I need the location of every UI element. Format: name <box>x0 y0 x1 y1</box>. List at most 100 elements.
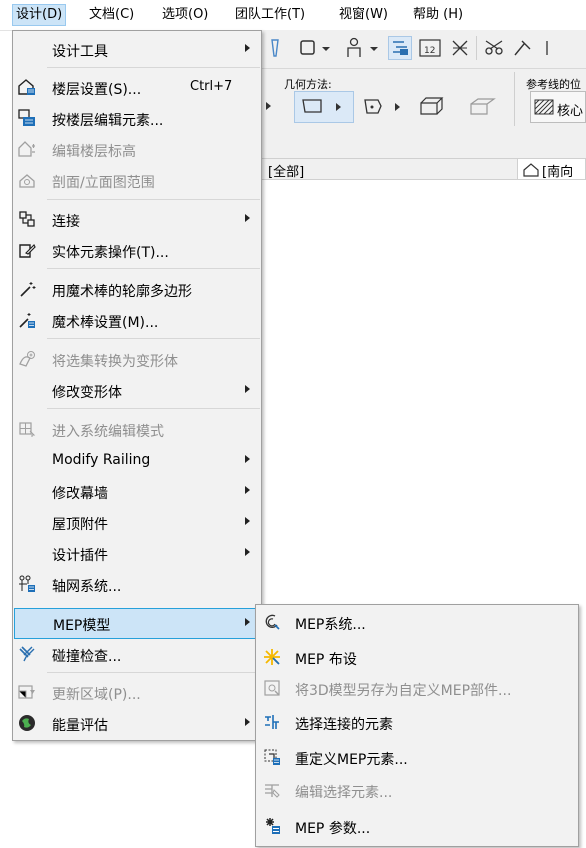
menu-item-modify-morph[interactable]: 修改变形体 <box>14 375 260 406</box>
dimension-icon[interactable]: 12 <box>418 38 442 58</box>
menu-item-label: 编辑楼层标高 <box>52 144 136 160</box>
menu-item-label: 剖面/立面图范围 <box>52 175 155 191</box>
pen-icon[interactable] <box>266 38 286 58</box>
mep-preferences-icon <box>266 818 280 834</box>
menu-item-edit-selection[interactable]: 编辑选择元素... <box>257 775 577 806</box>
chevron-right-icon <box>245 385 250 393</box>
menu-design[interactable]: 设计(D) <box>12 4 67 26</box>
menu-item-save-custom-mep-part[interactable]: 将3D模型另存为自定义MEP部件... <box>257 673 577 704</box>
menu-item-section-range[interactable]: 剖面/立面图范围 <box>14 165 260 196</box>
view-tab-all-label: [全部] <box>268 165 305 180</box>
chevron-right-icon <box>245 517 250 525</box>
grid-system-icon <box>19 575 35 592</box>
menu-item-label: 进入系统编辑模式 <box>52 424 164 440</box>
magic-tool-icon[interactable] <box>512 38 534 58</box>
menu-item-label: 碰撞检查... <box>52 649 122 665</box>
convert-to-morph-icon <box>19 351 35 367</box>
menu-item-label: MEP模型 <box>53 618 111 634</box>
menu-item-magic-wand-settings[interactable]: 魔术棒设置(M)... <box>14 305 260 336</box>
chevron-right-icon <box>245 214 250 222</box>
menu-item-collision-detection[interactable]: 碰撞检查... <box>14 639 260 670</box>
menu-item-roof-accessories[interactable]: 屋顶附件 <box>14 507 260 538</box>
info-box-toolbar: 12 几何方法: 参考线的位 核心 <box>262 30 586 158</box>
menu-item-label: MEP 参数... <box>295 821 371 837</box>
chevron-right-icon[interactable] <box>264 96 274 116</box>
mep-systems-icon <box>265 614 280 630</box>
menu-item-redefine-mep[interactable]: 重定义MEP元素... <box>257 742 577 773</box>
edit-selection-icon <box>265 784 280 798</box>
hatch-icon <box>534 99 554 115</box>
menu-item-label: 屋顶附件 <box>52 517 108 533</box>
menu-item-energy-evaluation[interactable]: 能量评估 <box>14 708 260 739</box>
trapezoid-wall-icon[interactable] <box>362 96 408 118</box>
menu-item-mep-modeler[interactable]: MEP模型 <box>14 608 260 639</box>
menu-item-update-zones[interactable]: 更新区域(P)... <box>14 677 260 708</box>
menu-teamwork[interactable]: 团队工作(T) <box>235 5 305 25</box>
menu-item-connect[interactable]: 连接 <box>14 204 260 235</box>
mep-routing-icon <box>264 649 280 665</box>
core-label: 核心 <box>557 104 584 119</box>
chevron-right-icon <box>245 486 250 494</box>
menu-item-select-connected[interactable]: 选择连接的元素 <box>257 707 577 738</box>
menu-item-solid-element-ops[interactable]: 实体元素操作(T)... <box>14 235 260 266</box>
magic-wand-icon <box>20 282 36 297</box>
intersect-icon[interactable] <box>450 38 470 58</box>
menu-item-label: 更新区域(P)... <box>52 687 141 703</box>
view-tab-south[interactable]: [南向 <box>517 158 586 180</box>
menu-item-floor-settings[interactable]: 楼层设置(S)... Ctrl+7 <box>14 72 260 103</box>
update-zones-icon <box>18 685 35 699</box>
menu-item-label: 将选集转换为变形体 <box>52 354 178 370</box>
scissors-icon[interactable] <box>484 38 506 58</box>
layer-stack-icon <box>393 41 408 55</box>
rectangle-select-icon[interactable] <box>298 38 334 58</box>
menu-item-label: 设计插件 <box>52 548 108 564</box>
section-range-icon <box>19 174 35 188</box>
menu-item-modify-curtain-wall[interactable]: 修改幕墙 <box>14 476 260 507</box>
magic-wand-settings-icon <box>19 313 35 328</box>
energy-evaluation-icon <box>19 715 35 731</box>
view-tab-south-label: [南向 <box>542 165 574 180</box>
menu-item-label: 用魔术棒的轮廓多边形 <box>52 284 192 300</box>
person-icon[interactable] <box>344 37 380 59</box>
redefine-mep-icon <box>264 749 280 765</box>
menu-item-label: MEP 布设 <box>295 652 357 668</box>
solid-element-ops-icon <box>19 243 36 258</box>
menu-item-label: 设计工具 <box>52 44 108 60</box>
menu-item-grid-system[interactable]: 轴网系统... <box>14 569 260 600</box>
slanted-wall-icon[interactable] <box>468 96 498 118</box>
menu-options[interactable]: 选项(O) <box>162 5 208 25</box>
collision-check-icon <box>19 646 35 662</box>
menu-item-convert-to-morph[interactable]: 将选集转换为变形体 <box>14 344 260 375</box>
chevron-right-icon <box>245 548 250 556</box>
menu-item-mep-preferences[interactable]: MEP 参数... <box>257 811 577 842</box>
menu-item-label: Modify Railing <box>52 452 151 468</box>
menu-item-label: 修改幕墙 <box>52 486 108 502</box>
chevron-right-icon <box>245 44 250 52</box>
menu-item-edit-floor-level[interactable]: 编辑楼层标高 <box>14 134 260 165</box>
mep-submenu: MEP系统... MEP 布设 将3D模型另存为自定义MEP部件... 选择连接… <box>255 604 579 847</box>
edit-by-floor-icon <box>18 109 35 126</box>
menu-item-system-edit-mode[interactable]: 进入系统编辑模式 <box>14 414 260 445</box>
more-tools-icon[interactable] <box>542 38 562 58</box>
menu-item-label: 将3D模型另存为自定义MEP部件... <box>295 683 512 699</box>
menu-document[interactable]: 文档(C) <box>89 5 134 25</box>
menu-item-label: 实体元素操作(T)... <box>52 245 169 261</box>
menu-item-modify-railing[interactable]: Modify Railing <box>14 445 260 476</box>
view-tab-all[interactable]: [全部] <box>262 158 517 180</box>
menu-item-edit-by-floor[interactable]: 按楼层编辑元素... <box>14 103 260 134</box>
menu-help[interactable]: 帮助 (H) <box>413 5 463 25</box>
menu-item-label: 魔术棒设置(M)... <box>52 315 159 331</box>
house-icon <box>523 163 539 177</box>
menu-item-design-extras[interactable]: 设计插件 <box>14 538 260 569</box>
menu-window[interactable]: 视窗(W) <box>339 5 388 25</box>
edit-floor-level-icon <box>18 141 35 157</box>
menu-item-design-tools[interactable]: 设计工具 <box>14 34 260 65</box>
menu-item-mep-routing[interactable]: MEP 布设 <box>257 642 577 673</box>
menu-item-label: 修改变形体 <box>52 385 122 401</box>
system-edit-mode-icon <box>19 422 36 437</box>
menu-item-magic-wand-polygon[interactable]: 用魔术棒的轮廓多边形 <box>14 274 260 305</box>
menu-item-label: 连接 <box>52 214 80 230</box>
shortcut-label: Ctrl+7 <box>190 79 233 94</box>
menu-item-mep-systems[interactable]: MEP系统... <box>257 607 577 638</box>
box-wall-icon[interactable] <box>418 96 448 118</box>
